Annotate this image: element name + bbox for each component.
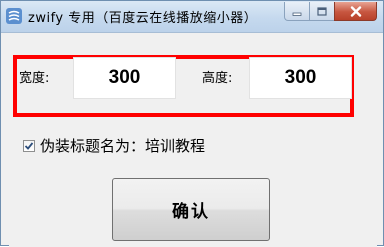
width-label: 宽度:	[19, 71, 50, 86]
app-window: zwify 专用（百度云在线播放缩小器） 宽度: 300 高度: 300 伪装标…	[0, 0, 384, 247]
height-input[interactable]: 300	[249, 57, 352, 99]
minimize-icon	[292, 2, 302, 21]
app-icon	[6, 8, 22, 24]
disguise-checkbox[interactable]	[23, 137, 35, 155]
window-title: zwify 专用（百度云在线播放缩小器）	[28, 11, 258, 26]
minimize-button[interactable]	[284, 2, 310, 21]
checkmark-icon	[24, 137, 34, 155]
maximize-icon	[317, 2, 327, 21]
disguise-title-option[interactable]: 伪装标题名为：培训教程	[23, 135, 205, 156]
confirm-button[interactable]: 确认	[112, 178, 270, 241]
window-controls	[284, 2, 377, 22]
height-label: 高度:	[202, 71, 233, 86]
maximize-button[interactable]	[309, 2, 335, 21]
client-area: 宽度: 300 高度: 300 伪装标题名为：培训教程 确认	[9, 33, 377, 247]
width-input[interactable]: 300	[73, 57, 176, 99]
title-bar[interactable]: zwify 专用（百度云在线播放缩小器）	[1, 1, 383, 33]
disguise-label: 伪装标题名为：培训教程	[40, 137, 206, 155]
close-button[interactable]	[334, 2, 377, 21]
close-icon	[350, 2, 362, 21]
